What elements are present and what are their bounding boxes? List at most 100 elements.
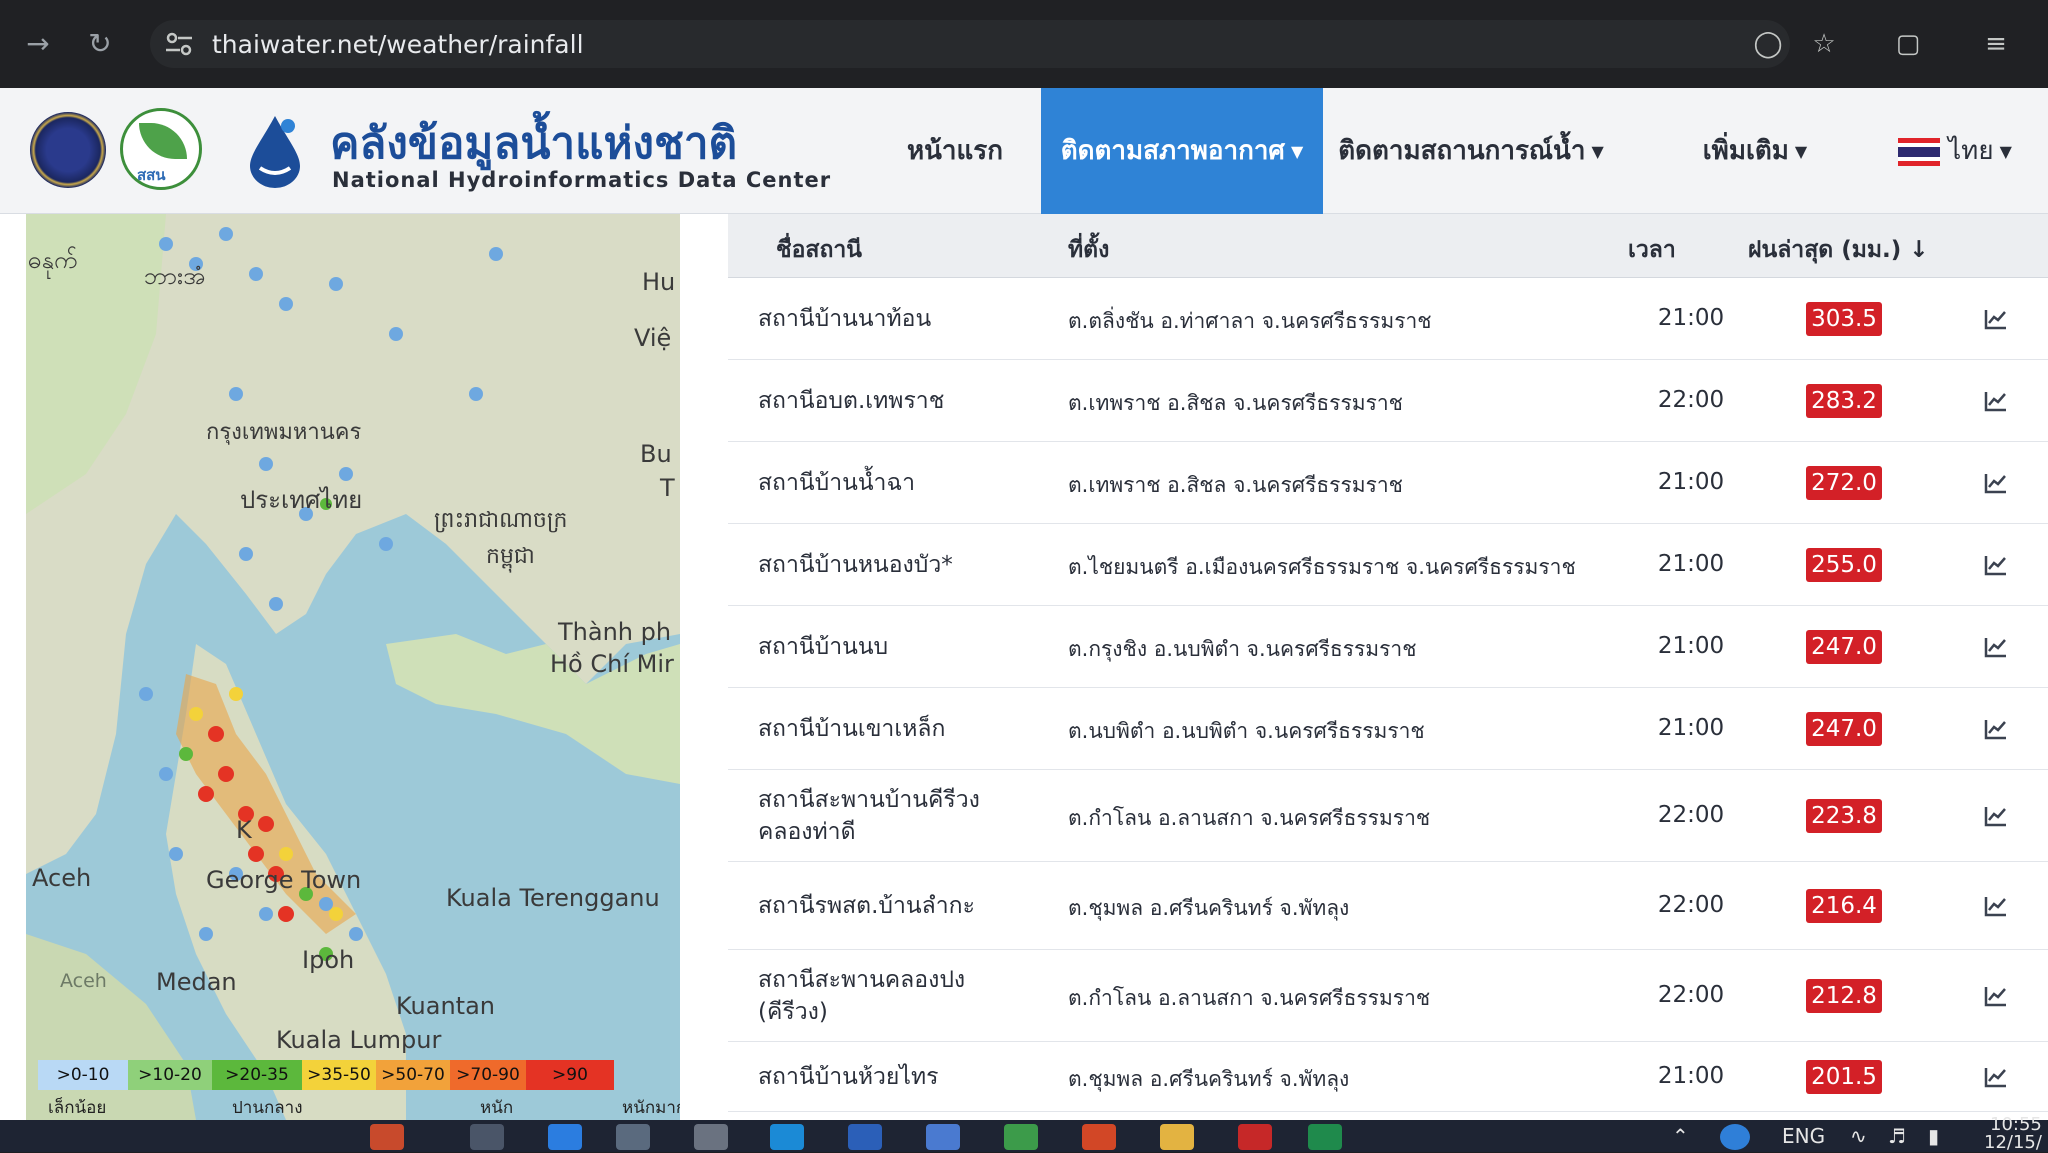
legend-90-label: >90 <box>552 1065 588 1085</box>
table-row[interactable]: สถานีรพสต.บ้านลำกะ ต.ชุมพล อ.ศรีนครินทร์ … <box>728 862 2048 950</box>
folder-icon[interactable] <box>1160 1124 1194 1150</box>
menu-more[interactable]: เพิ่มเติม ▼ <box>1650 88 1860 214</box>
table-row[interactable]: สถานีบ้านนาท้อน ต.ตลิ่งชัน อ.ท่าศาลา จ.นค… <box>728 278 2048 360</box>
station-name[interactable]: สถานีสะพานบ้านคีรีวงคลองท่าดี <box>758 784 988 848</box>
pdf-icon[interactable] <box>1238 1124 1272 1150</box>
star-icon[interactable]: ☆ <box>1808 28 1840 60</box>
station-location: ต.กำโลน อ.ลานสกา จ.นครศรีธรรมราช <box>1068 806 1431 830</box>
rainfall-badge: 212.8 <box>1806 979 1882 1013</box>
station-name[interactable]: สถานีบ้านหนองบัว* <box>758 549 1048 581</box>
language-indicator[interactable]: ENG <box>1782 1124 1825 1148</box>
app-icon[interactable] <box>616 1124 650 1150</box>
excel-icon[interactable] <box>1308 1124 1342 1150</box>
col-latest-rain[interactable]: ฝนล่าสุด (มม.) ↓ <box>1748 232 1929 268</box>
battery-icon[interactable]: ▮ <box>1928 1124 1939 1148</box>
line-chart-icon[interactable] <box>1984 390 2008 412</box>
app-icon[interactable] <box>370 1124 404 1150</box>
table-row[interactable]: สถานีบ้านเขาเหล็ก ต.นบพิตำ อ.นบพิตำ จ.นคร… <box>728 688 2048 770</box>
station-name[interactable]: สถานีบ้านนาท้อน <box>758 303 1048 335</box>
menu-weather[interactable]: ติดตามสภาพอากาศ ▼ <box>1041 88 1323 214</box>
col-station-name[interactable]: ชื่อสถานี <box>776 232 862 268</box>
eye-off-icon[interactable]: ◯ <box>1752 28 1784 60</box>
water-drop-logo-icon[interactable] <box>240 110 310 190</box>
station-name[interactable]: สถานีอบต.เทพราช <box>758 385 1048 417</box>
menu-water-situation[interactable]: ติดตามสถานการณ์น้ำ ▼ <box>1326 88 1616 214</box>
legend-labels: เล็กน้อย ปานกลาง หนัก หนักมาก <box>48 1094 680 1120</box>
menu-home[interactable]: หน้าแรก <box>870 88 1040 214</box>
back-arrow-icon[interactable]: → <box>20 26 56 62</box>
station-name[interactable]: สถานีรพสต.บ้านลำกะ <box>758 890 1048 922</box>
map-label-thailand: ประเทศไทย <box>240 486 363 514</box>
station-time: 22:00 <box>1657 892 1725 918</box>
map-label-medan: Medan <box>156 968 237 996</box>
onedrive-icon[interactable] <box>1720 1124 1750 1150</box>
line-chart-icon[interactable] <box>1984 985 2008 1007</box>
line-chart-icon[interactable] <box>1984 718 2008 740</box>
col-time[interactable]: เวลา <box>1628 232 1676 268</box>
menu-more-label: เพิ่มเติม <box>1702 136 1789 166</box>
chevron-up-icon[interactable]: ⌃ <box>1672 1124 1689 1148</box>
language-selector[interactable]: ไทย ▼ <box>1880 88 2030 214</box>
legend-90: >90 <box>526 1060 614 1090</box>
legend-70-90: >70-90 <box>450 1060 526 1090</box>
app-icon[interactable] <box>548 1124 582 1150</box>
legend-very-heavy: หนักมาก <box>622 1098 680 1118</box>
table-row[interactable]: สถานีบ้านน้ำฉา ต.เทพราช อ.สิชล จ.นครศรีธร… <box>728 442 2048 524</box>
station-name[interactable]: สถานีบ้านเขาเหล็ก <box>758 713 1048 745</box>
station-name[interactable]: สถานีบ้านนบ <box>758 631 1048 663</box>
line-chart-icon[interactable] <box>1984 472 2008 494</box>
clock-date[interactable]: 12/15/ <box>1984 1132 2042 1153</box>
app-icon[interactable] <box>470 1124 504 1150</box>
legend-moderate: ปานกลาง <box>232 1098 303 1118</box>
station-name[interactable]: สถานีบ้านน้ำฉา <box>758 467 1048 499</box>
line-chart-icon[interactable] <box>1984 805 2008 827</box>
chrome-icon[interactable] <box>1004 1124 1038 1150</box>
address-bar[interactable]: thaiwater.net/weather/rainfall <box>150 20 1790 68</box>
map-label-bago: ဘားအံ <box>144 262 206 290</box>
logo-leaf-text: สสน <box>137 166 166 184</box>
table-row[interactable]: สถานีสะพานคลองปง (คีรีวง) ต.กำโลน อ.ลานสก… <box>728 950 2048 1042</box>
reload-icon[interactable]: ↻ <box>82 26 118 62</box>
col-latest-rain-label: ฝนล่าสุด (มม.) <box>1748 237 1902 263</box>
table-row[interactable]: สถานีบ้านห้วยไทร ต.ชุมพล อ.ศรีนครินทร์ จ.… <box>728 1042 2048 1112</box>
station-time: 21:00 <box>1657 715 1725 741</box>
rainfall-badge: 283.2 <box>1806 384 1882 418</box>
station-name[interactable]: สถานีบ้านห้วยไทร <box>758 1061 1048 1093</box>
table-row[interactable]: สถานีอบต.เทพราช ต.เทพราช อ.สิชล จ.นครศรีธ… <box>728 360 2048 442</box>
station-name[interactable]: สถานีสะพานคลองปง (คีรีวง) <box>758 964 988 1028</box>
col-location[interactable]: ที่ตั้ง <box>1068 232 1109 268</box>
brand-title-en[interactable]: National Hydroinformatics Data Center <box>332 168 831 192</box>
station-time: 21:00 <box>1657 305 1725 331</box>
line-chart-icon[interactable] <box>1984 308 2008 330</box>
browser-icon[interactable] <box>770 1124 804 1150</box>
table-row[interactable]: สถานีบ้านหนองบัว* ต.ไชยมนตรี อ.เมืองนครศร… <box>728 524 2048 606</box>
line-chart-icon[interactable] <box>1984 554 2008 576</box>
table-row[interactable]: สถานีสะพานบ้านคีรีวงคลองท่าดี ต.กำโลน อ.ล… <box>728 770 2048 862</box>
site-info-icon[interactable] <box>164 30 194 58</box>
station-time: 22:00 <box>1657 982 1725 1008</box>
word-icon[interactable] <box>848 1124 882 1150</box>
map-label-cambodia-1: ព្រះរាជាណាចក្រ <box>434 508 568 533</box>
map-label-bu: Bu <box>640 440 672 468</box>
volume-icon[interactable]: ♬ <box>1888 1124 1906 1148</box>
caret-down-icon: ▼ <box>1794 141 1808 161</box>
rainfall-badge: 255.0 <box>1806 548 1882 582</box>
leaf-shape <box>139 123 187 159</box>
hii-leaf-logo-icon[interactable]: สสน <box>120 108 202 190</box>
line-chart-icon[interactable] <box>1984 1066 2008 1088</box>
line-chart-icon[interactable] <box>1984 895 2008 917</box>
url-text[interactable]: thaiwater.net/weather/rainfall <box>212 30 584 59</box>
station-time: 21:00 <box>1657 633 1725 659</box>
table-row[interactable]: สถานีบ้านนบ ต.กรุงชิง อ.นบพิตำ จ.นครศรีธร… <box>728 606 2048 688</box>
rainfall-map[interactable]: ဓနုက် ဘားအံ กรุงเทพมหานคร ประเทศไทย ព្រះ… <box>26 214 680 1120</box>
wifi-icon[interactable]: ∿ <box>1850 1124 1867 1148</box>
reading-list-icon[interactable]: ≡ <box>1980 28 2012 60</box>
line-chart-icon[interactable] <box>1984 636 2008 658</box>
calculator-icon[interactable] <box>926 1124 960 1150</box>
powerpoint-icon[interactable] <box>1082 1124 1116 1150</box>
extensions-icon[interactable]: ▢ <box>1892 28 1924 60</box>
government-seal-icon[interactable] <box>30 112 106 188</box>
map-label-cambodia-2: កម្ពុជា <box>486 544 535 569</box>
settings-icon[interactable] <box>694 1124 728 1150</box>
map-label-bangkok: กรุงเทพมหานคร <box>206 420 362 445</box>
